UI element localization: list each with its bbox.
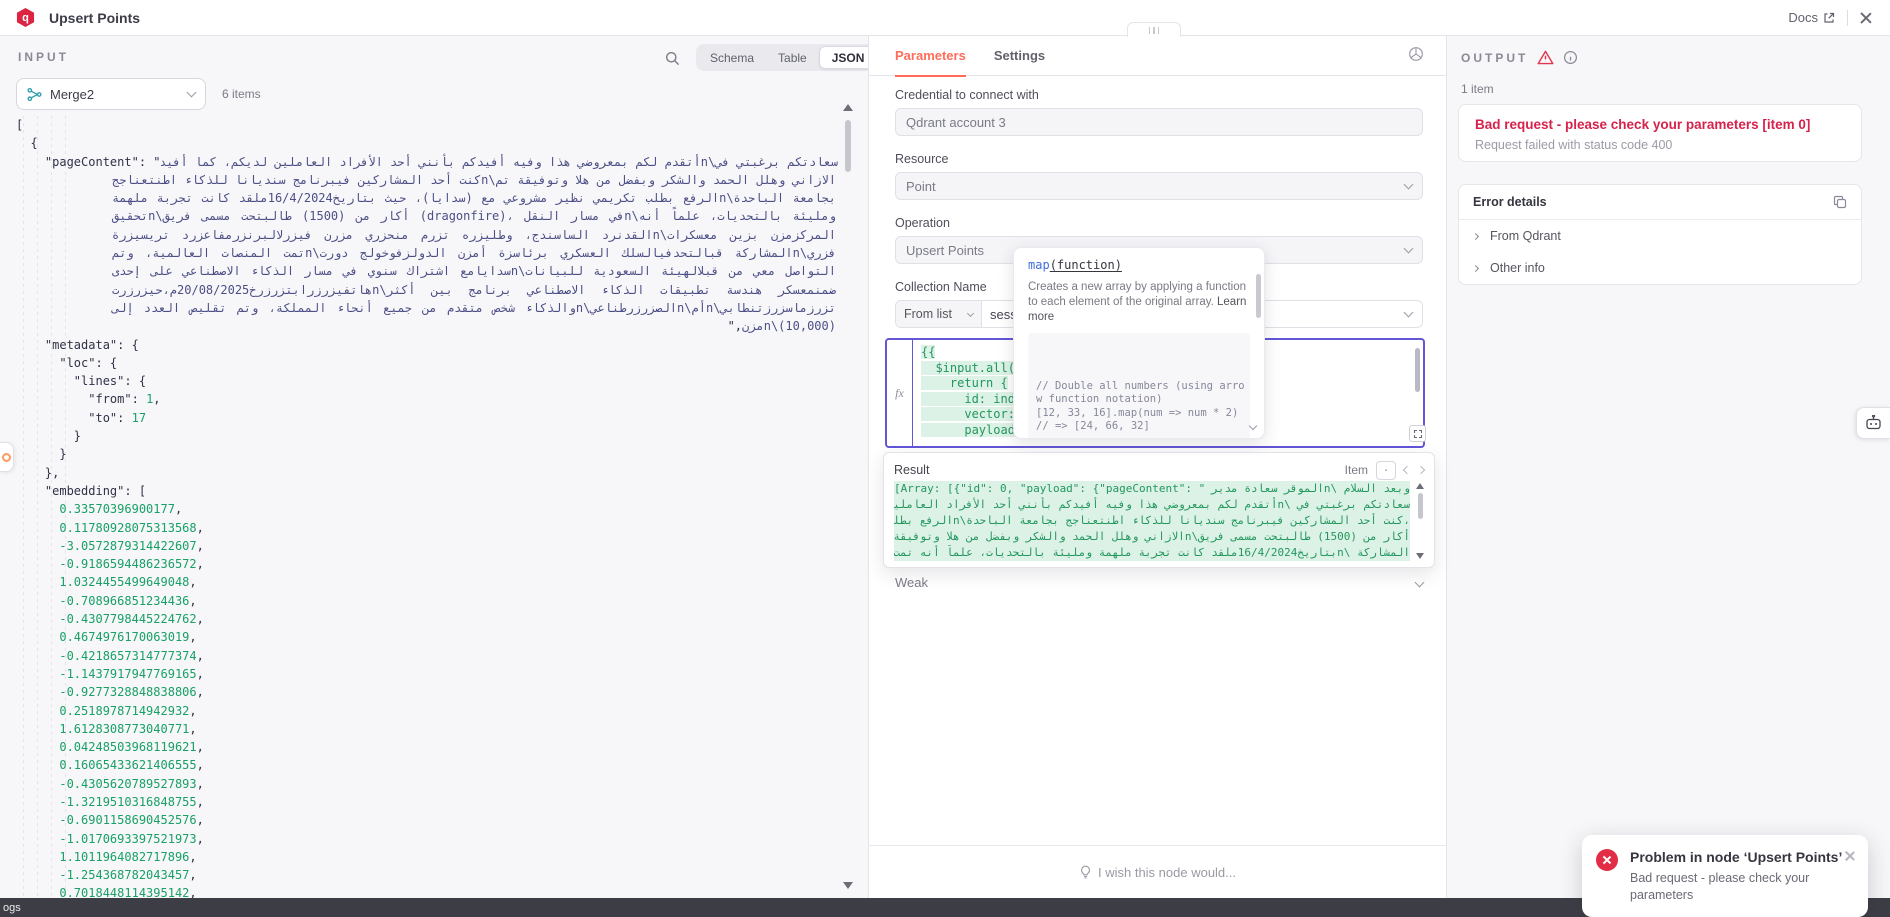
chevron-down-icon bbox=[1414, 577, 1425, 587]
copy-icon[interactable] bbox=[1833, 195, 1847, 209]
result-scrollbar-thumb[interactable] bbox=[1418, 493, 1423, 519]
input-panel-label: INPUT bbox=[18, 50, 69, 64]
json-pagecontent-line: "pageContent": " سعادتكم برغبتي في\nأتقد… bbox=[16, 153, 838, 171]
toast-body: Bad request - please check your paramete… bbox=[1630, 871, 1810, 902]
chevron-down-icon bbox=[1403, 307, 1414, 318]
prev-item-icon[interactable] bbox=[1402, 465, 1412, 475]
tooltip-scrollbar-thumb[interactable] bbox=[1256, 274, 1261, 318]
input-source-label: Merge2 bbox=[50, 86, 95, 102]
search-icon[interactable] bbox=[660, 46, 684, 70]
toast-title: Problem in node ‘Upsert Points’ bbox=[1630, 849, 1843, 865]
chevron-right-icon bbox=[1471, 232, 1480, 240]
node-title: Upsert Points bbox=[49, 9, 141, 26]
collection-mode-select[interactable]: From list bbox=[896, 301, 982, 327]
error-subtitle: Request failed with status code 400 bbox=[1475, 138, 1673, 152]
close-icon[interactable] bbox=[1860, 12, 1872, 24]
tab-settings[interactable]: Settings bbox=[994, 36, 1045, 76]
tab-schema[interactable]: Schema bbox=[698, 46, 766, 69]
scrollbar-down-arrow[interactable] bbox=[843, 882, 853, 889]
chevron-down-icon[interactable] bbox=[1248, 416, 1258, 434]
weak-select[interactable]: Weak bbox=[895, 570, 1425, 594]
json-string-close: ", bbox=[727, 319, 743, 334]
tab-table[interactable]: Table bbox=[766, 46, 819, 69]
chevron-right-icon bbox=[1471, 264, 1480, 272]
function-signature: map(function) bbox=[1028, 258, 1122, 272]
chevron-down-icon bbox=[1403, 179, 1414, 190]
connector-icon bbox=[2, 452, 11, 462]
chevron-down-icon bbox=[1403, 243, 1414, 254]
node-feedback-hint[interactable]: I wish this node would... bbox=[869, 845, 1446, 898]
error-toast: Problem in node ‘Upsert Points’ Bad requ… bbox=[1582, 835, 1868, 917]
json-value-pagecontent-start: سعادتكم برغبتي في\nأتقدم لكم بمعروضي هذا… bbox=[160, 154, 839, 169]
expression-result-card: Result Item ٠ [Array: [{"id": 0, "payloa… bbox=[883, 452, 1435, 568]
input-source-select[interactable]: Merge2 bbox=[16, 78, 206, 110]
error-circle-icon bbox=[1596, 849, 1618, 871]
display-mode-tabs: Schema Table JSON bbox=[696, 44, 880, 71]
divider bbox=[1847, 9, 1848, 26]
json-tree[interactable]: [ { "pageContent": " سعادتكم برغبتي في\n… bbox=[16, 116, 838, 898]
toast-close-icon[interactable] bbox=[1844, 851, 1856, 863]
result-scrollbar-up-icon[interactable] bbox=[1416, 483, 1424, 489]
external-link-icon bbox=[1824, 12, 1835, 23]
item-index-box[interactable]: ٠ bbox=[1376, 460, 1396, 480]
output-panel: OUTPUT 1 item Bad request - please check… bbox=[1447, 36, 1890, 898]
error-warning-icon bbox=[1537, 50, 1554, 65]
result-label: Result bbox=[894, 463, 930, 477]
ai-assistant-button[interactable] bbox=[1856, 407, 1890, 439]
fx-label: fx bbox=[895, 385, 904, 400]
error-message-card: Bad request - please check your paramete… bbox=[1458, 104, 1862, 162]
input-connector-tab[interactable] bbox=[0, 442, 14, 472]
info-circle-icon[interactable] bbox=[1563, 50, 1578, 65]
scrollbar-up-arrow[interactable] bbox=[843, 104, 853, 111]
json-top-lines: [ { bbox=[16, 118, 38, 151]
json-key-pagecontent: "pageContent": " bbox=[16, 154, 161, 169]
chevron-down-icon bbox=[966, 309, 975, 317]
expression-autocomplete-tooltip: map(function) Creates a new array by app… bbox=[1013, 247, 1265, 439]
scrollbar-thumb[interactable] bbox=[845, 120, 851, 172]
next-item-icon[interactable] bbox=[1416, 465, 1426, 475]
input-items-count: 6 items bbox=[222, 87, 261, 101]
node-details-view: q Upsert Points Docs INPUT Schema Table … bbox=[0, 0, 1890, 917]
tab-parameters[interactable]: Parameters bbox=[895, 36, 966, 77]
assistant-robot-icon bbox=[1866, 415, 1881, 430]
panel-drag-handle[interactable] bbox=[1127, 22, 1181, 37]
json-rest-lines: "metadata": { "loc": { "lines": { "from"… bbox=[44, 337, 204, 898]
result-item-pager: Item ٠ bbox=[1344, 460, 1426, 480]
error-details-title: Error details bbox=[1473, 195, 1547, 209]
output-panel-label: OUTPUT bbox=[1461, 50, 1529, 65]
function-description: Creates a new array by applying a functi… bbox=[1028, 281, 1247, 323]
output-items-count: 1 item bbox=[1461, 82, 1494, 96]
function-example-code: // Double all numbers (using arro w funct… bbox=[1028, 333, 1250, 438]
resource-select[interactable]: Point bbox=[895, 172, 1423, 200]
credential-select[interactable]: Qdrant account 3 bbox=[895, 108, 1423, 136]
docs-link[interactable]: Docs bbox=[1788, 10, 1835, 25]
expand-expression-icon[interactable] bbox=[1409, 425, 1426, 442]
error-details-row[interactable]: Other info bbox=[1459, 252, 1861, 284]
input-panel: INPUT Schema Table JSON Merge2 6 items [… bbox=[0, 36, 880, 898]
credential-label: Credential to connect with bbox=[895, 88, 1039, 102]
json-value-pagecontent-rest: الازاني وهلل الحمد والشكر وبفضل من هلا و… bbox=[112, 172, 837, 334]
lightbulb-icon bbox=[1081, 865, 1090, 879]
editor-scrollbar-thumb[interactable] bbox=[1415, 348, 1420, 392]
node-docs-icon[interactable] bbox=[1408, 46, 1424, 62]
node-header: q Upsert Points Docs bbox=[0, 0, 1890, 36]
error-details-card: Error details From Qdrant Other info bbox=[1458, 184, 1862, 285]
parameters-tabbar: Parameters Settings bbox=[869, 36, 1446, 77]
error-details-row[interactable]: From Qdrant bbox=[1459, 220, 1861, 252]
item-label: Item bbox=[1344, 463, 1368, 477]
error-details-rows: From Qdrant Other info bbox=[1459, 220, 1861, 284]
expression-gutter: fx bbox=[887, 340, 913, 446]
result-preview[interactable]: [Array: [{"id": 0, "payload": {"pageCont… bbox=[894, 481, 1424, 561]
resource-label: Resource bbox=[895, 152, 949, 166]
chevron-down-icon bbox=[186, 87, 197, 98]
result-scrollbar-down-icon[interactable] bbox=[1416, 553, 1424, 559]
operation-label: Operation bbox=[895, 216, 950, 230]
qdrant-node-icon: q bbox=[16, 8, 35, 27]
logs-label-cut: ogs bbox=[3, 901, 21, 914]
parameters-panel: Parameters Settings Credential to connec… bbox=[868, 22, 1447, 898]
error-title: Bad request - please check your paramete… bbox=[1475, 117, 1811, 132]
merge-node-icon bbox=[27, 87, 42, 101]
